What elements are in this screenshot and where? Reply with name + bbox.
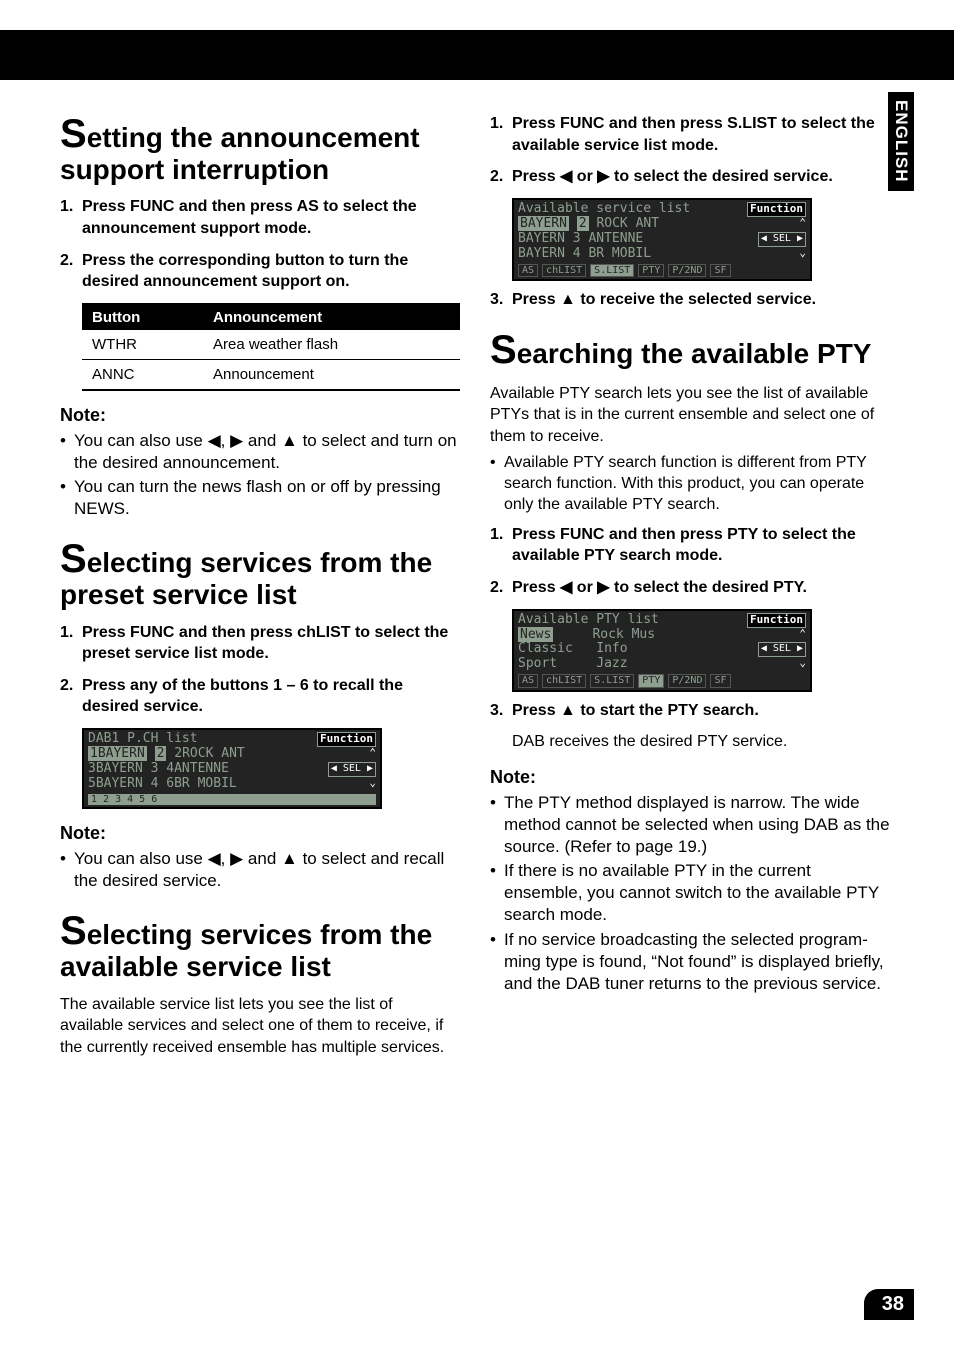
announcement-button-table: Button Announcement WTHRArea weather fla… <box>82 303 460 391</box>
lcd-strip: ASchLISTS.LISTPTYP/2NDSF <box>518 674 806 688</box>
step-sub: DAB receives the desired PTY service. <box>512 731 890 753</box>
table-row: ANNCAnnouncement <box>82 359 460 390</box>
lcd-available-pty-list: Available PTY listFunction News Rock Mus… <box>512 609 812 692</box>
heading-available-service-list: Selecting services from the avail­able s… <box>60 910 460 981</box>
heading-preset-service-list: Selecting services from the pre­set serv… <box>60 538 460 609</box>
note-list: • You can also use ◀, ▶ and ▲ to select … <box>60 848 460 892</box>
header-black-bar <box>0 30 954 80</box>
page-content: Setting the announcement sup­port interr… <box>60 95 890 1065</box>
lcd-strip: ASchLISTS.LISTPTYP/2NDSF <box>518 264 806 278</box>
page-number: 38 <box>864 1289 914 1320</box>
step: 1. Press FUNC and then press S.LIST to s… <box>490 113 890 156</box>
note-list: • You can also use ◀, ▶ and ▲ to select … <box>60 430 460 520</box>
step: 1. Press FUNC and then press chLIST to s… <box>60 622 460 665</box>
right-column: 1. Press FUNC and then press S.LIST to s… <box>490 95 890 1065</box>
note-heading: Note: <box>60 823 460 844</box>
step: 2. Press any of the buttons 1 – 6 to rec… <box>60 675 460 718</box>
step: 2. Press ◀ or ▶ to select the desired se… <box>490 166 890 188</box>
table-row: WTHRArea weather flash <box>82 330 460 360</box>
lcd-available-service-list: Available service listFunction BAYERN 2 … <box>512 198 812 281</box>
note-list: •The PTY method displayed is narrow. The… <box>490 792 890 995</box>
language-tab: ENGLISH <box>888 92 914 191</box>
note-heading: Note: <box>60 405 460 426</box>
step: 2. Press the corresponding button to tur… <box>60 250 460 293</box>
step: 2. Press ◀ or ▶ to select the desired PT… <box>490 577 890 599</box>
lcd-preset-list: DAB1 P.CH listFunction 1BAYERN 2 2ROCK A… <box>82 728 382 809</box>
left-column: Setting the announcement sup­port interr… <box>60 95 460 1065</box>
table-header: Announcement <box>203 304 460 330</box>
step: 1. Press FUNC and then press PTY to sele… <box>490 524 890 567</box>
paragraph: The available service list lets you see … <box>60 994 460 1059</box>
bullet-list: •Available PTY search function is differ… <box>490 453 890 515</box>
heading-announcement-support: Setting the announcement sup­port interr… <box>60 113 460 184</box>
step: 3. Press ▲ to start the PTY search. <box>490 700 890 722</box>
heading-searching-available-pty: Searching the available PTY <box>490 329 890 371</box>
step: 1. Press FUNC and then press AS to selec… <box>60 196 460 239</box>
note-heading: Note: <box>490 767 890 788</box>
step: 3. Press ▲ to receive the selected servi… <box>490 289 890 311</box>
paragraph: Available PTY search lets you see the li… <box>490 383 890 448</box>
table-header: Button <box>82 304 203 330</box>
